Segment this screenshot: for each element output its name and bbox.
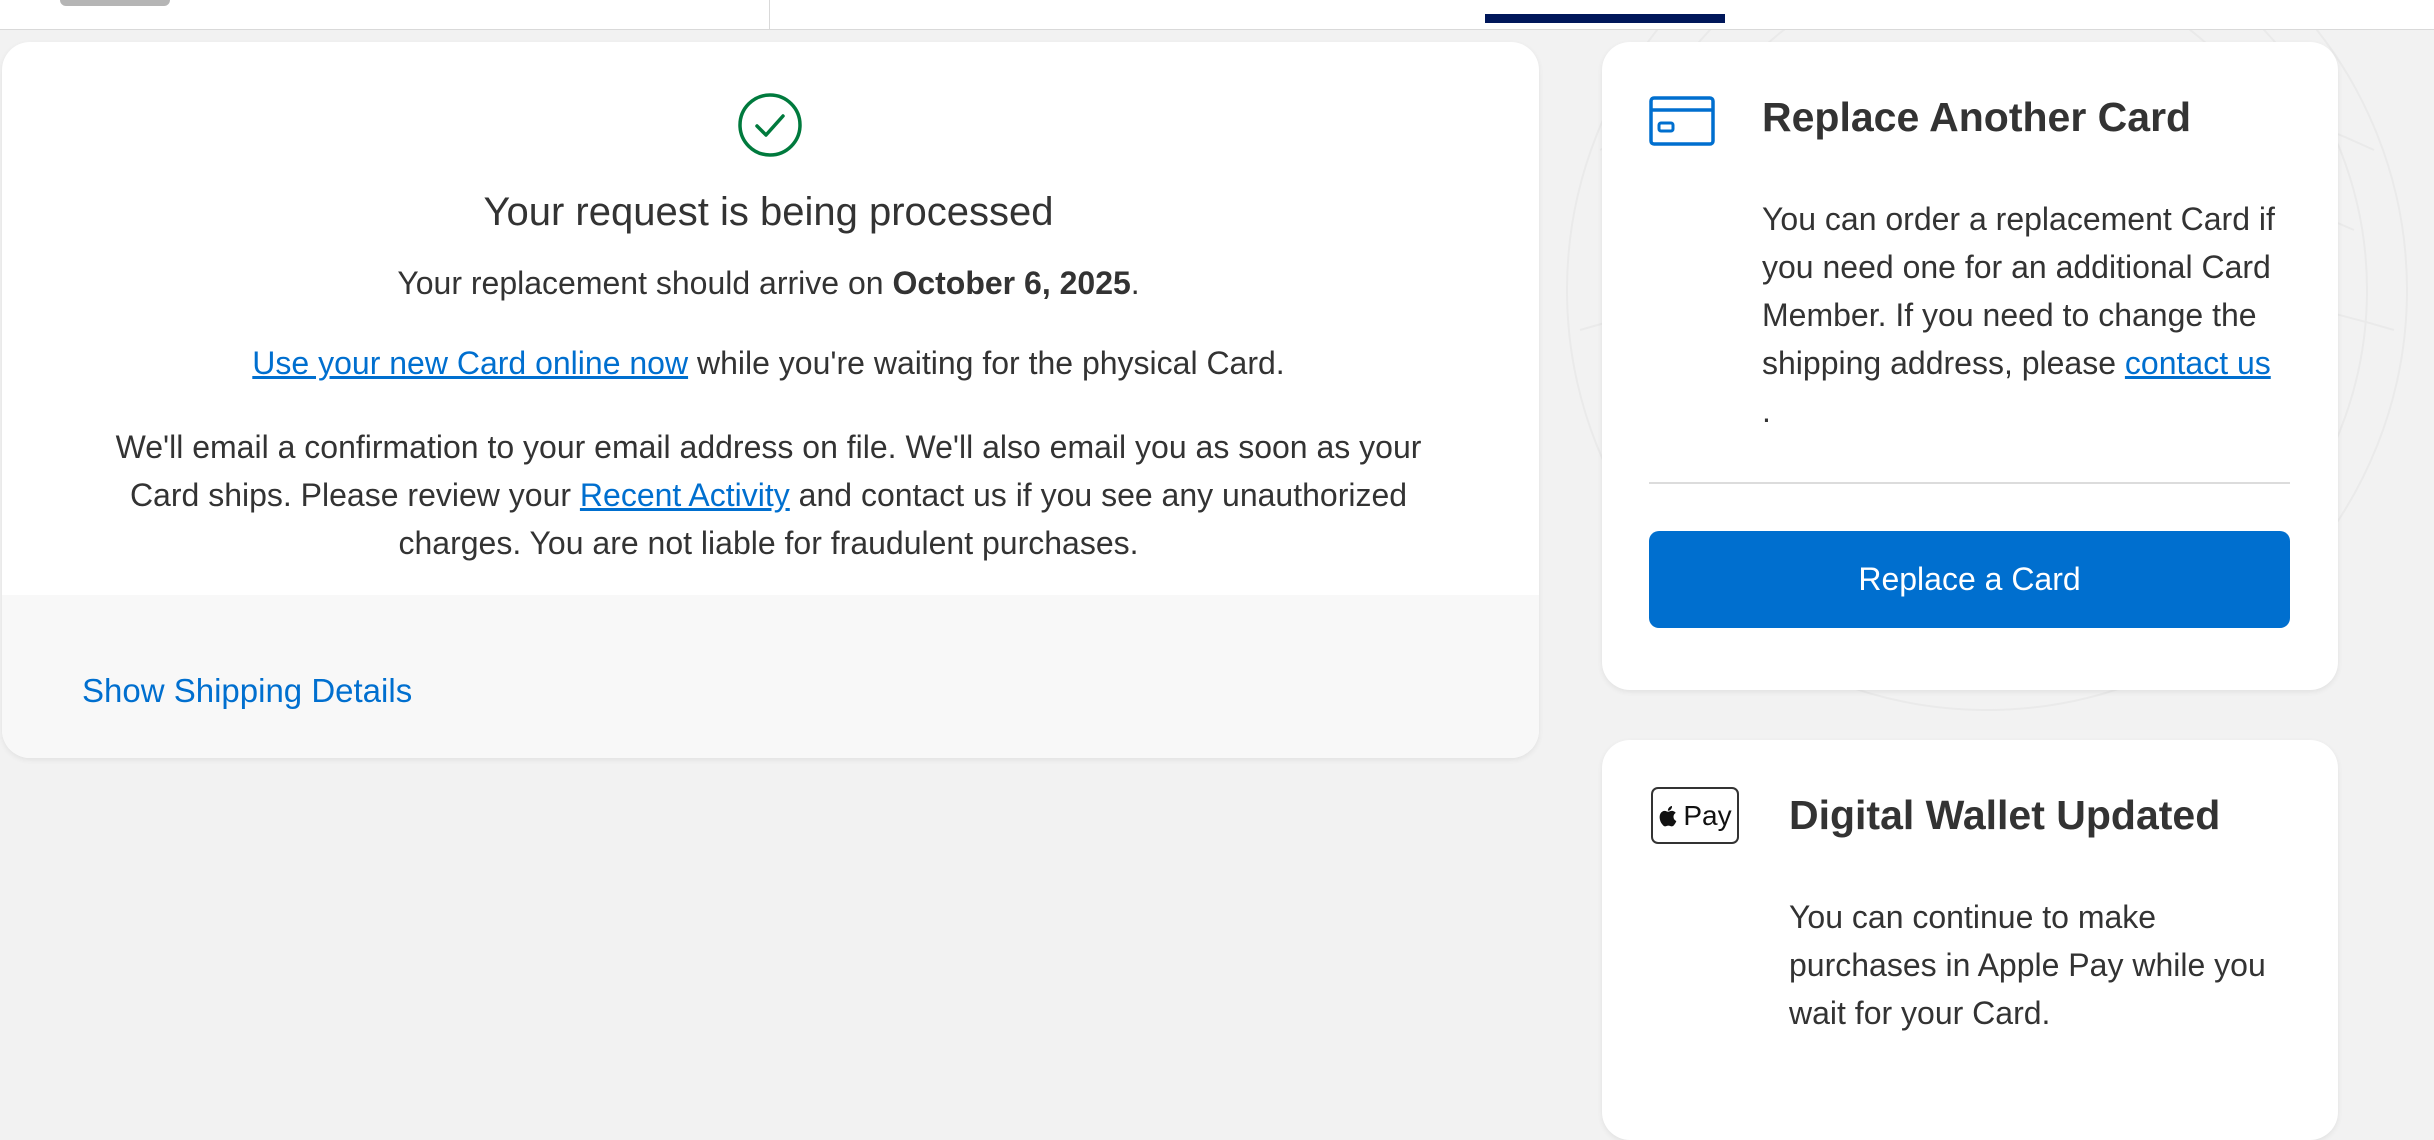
use-card-online-link[interactable]: Use your new Card online now <box>252 345 688 381</box>
confirmation-headline: Your request is being processed <box>483 190 1054 234</box>
email-confirmation-text: We'll email a confirmation to your email… <box>90 423 1447 567</box>
arrival-prefix: Your replacement should arrive on <box>397 265 893 301</box>
show-shipping-details-link[interactable]: Show Shipping Details <box>82 672 412 710</box>
use-card-suffix: while you're waiting for the physical Ca… <box>688 345 1285 381</box>
active-tab-indicator <box>1485 14 1725 23</box>
arrival-suffix: . <box>1130 265 1140 301</box>
panel-divider <box>1649 482 2290 484</box>
replace-another-card-title: Replace Another Card <box>1762 94 2192 140</box>
use-card-online-text: Use your new Card online now while you'r… <box>0 345 1537 382</box>
digital-wallet-body: You can continue to make purchases in Ap… <box>1789 899 2266 1031</box>
nav-divider <box>769 0 770 30</box>
arrival-date: October 6, 2025 <box>892 265 1131 301</box>
apple-logo-icon <box>1660 805 1677 826</box>
credit-card-icon <box>1649 96 1715 146</box>
replace-a-card-button[interactable]: Replace a Card <box>1649 531 2290 628</box>
apple-pay-badge-label: Pay <box>1683 799 1732 831</box>
arrival-date-text: Your replacement should arrive on Octobe… <box>0 265 1537 302</box>
digital-wallet-title: Digital Wallet Updated <box>1789 792 2221 838</box>
nav-card-thumbnail[interactable] <box>60 0 170 6</box>
checkmark-circle-icon <box>738 93 802 157</box>
recent-activity-link[interactable]: Recent Activity <box>580 477 790 513</box>
replace-another-card-body: You can order a replacement Card if you … <box>1762 195 2302 435</box>
apple-pay-badge: Pay <box>1651 787 1739 844</box>
top-navigation-bar <box>0 0 2434 30</box>
replace-body-end: . <box>1762 393 1771 429</box>
contact-us-link[interactable]: contact us <box>2125 345 2271 381</box>
